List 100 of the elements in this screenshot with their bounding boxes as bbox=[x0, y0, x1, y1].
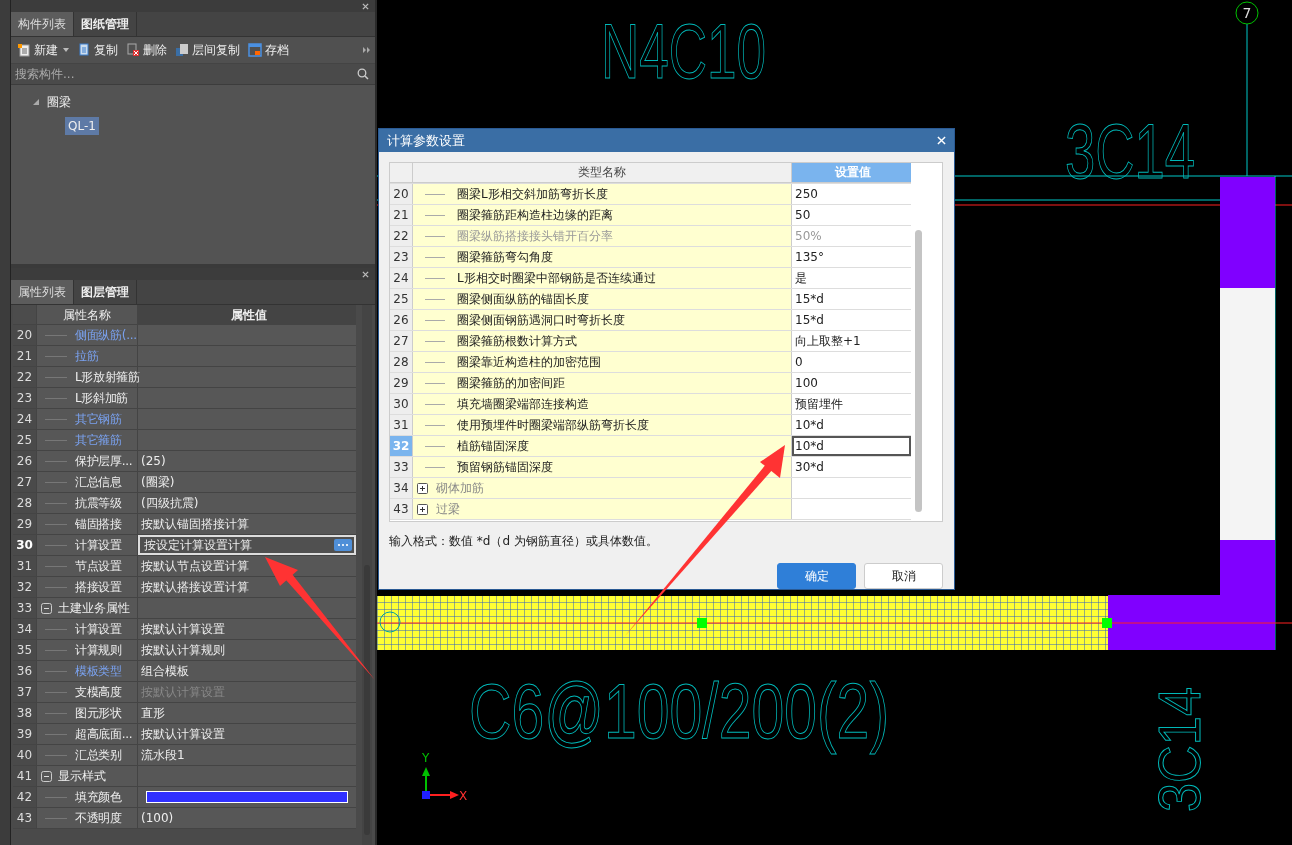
property-name: 图元形状 bbox=[75, 704, 122, 722]
row-number: 34 bbox=[390, 478, 413, 498]
row-number: 22 bbox=[390, 226, 413, 246]
scrollbar[interactable] bbox=[362, 305, 372, 845]
row-number: 29 bbox=[13, 514, 37, 534]
grip-handle[interactable] bbox=[1102, 618, 1112, 628]
tree-item[interactable]: QL-1 bbox=[65, 117, 99, 135]
parameter-name: 圈梁箍筋的加密间距 bbox=[457, 374, 565, 392]
property-name: 锚固搭接 bbox=[75, 515, 122, 533]
property-name: 保护层厚... bbox=[75, 452, 133, 470]
expand-triangle-icon[interactable] bbox=[33, 99, 39, 105]
dialog-title: 计算参数设置 bbox=[387, 131, 465, 150]
collapse-icon[interactable] bbox=[41, 602, 52, 614]
overflow-icon[interactable] bbox=[363, 47, 371, 53]
parameter-name: L形相交时圈梁中部钢筋是否连续通过 bbox=[457, 269, 656, 287]
coordinate-axes-icon bbox=[422, 767, 459, 799]
column-header: 类型名称 bbox=[413, 163, 792, 183]
property-name: 汇总信息 bbox=[75, 473, 122, 491]
property-value: 直形 bbox=[141, 704, 165, 722]
parameter-value[interactable]: 100 bbox=[795, 376, 818, 390]
parameter-name: 圈梁靠近构造柱的加密范围 bbox=[457, 353, 601, 371]
row-number: 41 bbox=[13, 766, 37, 786]
parameter-value[interactable]: 是 bbox=[795, 269, 807, 287]
axis-label: Y bbox=[422, 751, 430, 765]
row-number: 34 bbox=[13, 619, 37, 639]
stacked-pages-icon bbox=[175, 43, 189, 57]
parameter-value[interactable]: 250 bbox=[795, 187, 818, 201]
parameter-name: 圈梁L形相交斜加筋弯折长度 bbox=[457, 185, 608, 203]
row-number: 28 bbox=[390, 352, 413, 372]
property-name: 搭接设置 bbox=[75, 578, 122, 596]
panel-tab[interactable]: 图层管理 bbox=[74, 280, 137, 304]
archive-button[interactable]: 存档 bbox=[246, 39, 291, 61]
parameter-value[interactable]: 15*d bbox=[795, 292, 824, 306]
property-name: 不透明度 bbox=[75, 809, 122, 827]
parameter-value[interactable]: 10*d bbox=[795, 418, 824, 432]
column-header: 属性值 bbox=[138, 305, 356, 324]
property-name: 填充颜色 bbox=[75, 788, 122, 806]
property-value: (100) bbox=[141, 811, 174, 825]
property-value: 组合模板 bbox=[141, 662, 189, 680]
parameter-value[interactable]: 15*d bbox=[795, 313, 824, 327]
tree-item[interactable]: 圈梁 bbox=[47, 93, 71, 111]
panel-tab[interactable]: 属性列表 bbox=[11, 280, 74, 304]
panel-tab[interactable]: 图纸管理 bbox=[74, 12, 137, 36]
row-number: 24 bbox=[390, 268, 413, 288]
floor-copy-button[interactable]: 层间复制 bbox=[173, 39, 242, 61]
close-icon[interactable] bbox=[362, 2, 369, 10]
row-number: 39 bbox=[13, 724, 37, 744]
group-name: 砌体加筋 bbox=[436, 479, 484, 497]
panel-tab[interactable]: 构件列表 bbox=[11, 12, 74, 36]
parameter-name: 填充墙圈梁端部连接构造 bbox=[457, 395, 589, 413]
row-number: 27 bbox=[390, 331, 413, 351]
parameter-value[interactable]: 50 bbox=[795, 208, 811, 222]
property-name: 其它箍筋 bbox=[75, 431, 122, 449]
row-number: 30 bbox=[13, 535, 37, 555]
row-number: 21 bbox=[13, 346, 37, 366]
grip-handle[interactable] bbox=[697, 618, 707, 628]
color-swatch[interactable] bbox=[146, 791, 348, 803]
rebar-label: 3C14 bbox=[1065, 107, 1252, 195]
axis-marker: 7 bbox=[1235, 1, 1259, 25]
row-number: 24 bbox=[13, 409, 37, 429]
parameter-value[interactable]: 10*d bbox=[795, 439, 824, 453]
delete-button[interactable]: 删除 bbox=[124, 39, 169, 61]
expand-icon[interactable] bbox=[417, 503, 428, 515]
close-icon[interactable] bbox=[362, 270, 369, 278]
parameter-name: 圈梁箍筋根数计算方式 bbox=[457, 332, 577, 350]
property-value: 按默认锚固搭接计算 bbox=[141, 515, 249, 533]
parameter-value[interactable]: 30*d bbox=[795, 460, 824, 474]
expand-icon[interactable] bbox=[417, 482, 428, 494]
row-number: 27 bbox=[13, 472, 37, 492]
new-button[interactable]: 新建 bbox=[15, 39, 71, 61]
property-value: (25) bbox=[141, 454, 166, 468]
more-button[interactable] bbox=[334, 539, 352, 551]
property-name: L形斜加筋 bbox=[75, 389, 129, 407]
parameter-value[interactable]: 向上取整+1 bbox=[795, 332, 861, 350]
row-number: 40 bbox=[13, 745, 37, 765]
ok-button[interactable]: 确定 bbox=[777, 563, 856, 589]
copy-button[interactable]: 复制 bbox=[75, 39, 120, 61]
search-icon[interactable] bbox=[357, 68, 369, 80]
cancel-button[interactable]: 取消 bbox=[864, 563, 943, 589]
delete-document-icon bbox=[126, 43, 140, 57]
row-number: 32 bbox=[13, 577, 37, 597]
rebar-label: 3C14 bbox=[1146, 668, 1213, 812]
parameter-name: 圈梁纵筋搭接接头错开百分率 bbox=[457, 227, 613, 245]
parameter-value[interactable]: 0 bbox=[795, 355, 803, 369]
property-value: 按默认计算设置 bbox=[141, 620, 225, 638]
group-name: 土建业务属性 bbox=[58, 599, 130, 617]
ellipsis-icon bbox=[337, 543, 349, 547]
collapse-icon[interactable] bbox=[41, 770, 52, 782]
axis-label: X bbox=[459, 789, 468, 803]
property-value: (圈梁) bbox=[141, 473, 175, 491]
row-number: 31 bbox=[390, 415, 413, 435]
row-number: 25 bbox=[13, 430, 37, 450]
search-input[interactable]: 搜索构件... bbox=[15, 67, 357, 81]
row-number: 30 bbox=[390, 394, 413, 414]
property-name: 其它钢筋 bbox=[75, 410, 122, 428]
parameter-value[interactable]: 预留埋件 bbox=[795, 395, 843, 413]
parameter-name: 圈梁箍筋弯勾角度 bbox=[457, 248, 553, 266]
row-number: 32 bbox=[390, 436, 413, 456]
search-field[interactable]: 搜索构件... bbox=[11, 64, 375, 85]
parameter-value[interactable]: 135° bbox=[795, 250, 824, 264]
